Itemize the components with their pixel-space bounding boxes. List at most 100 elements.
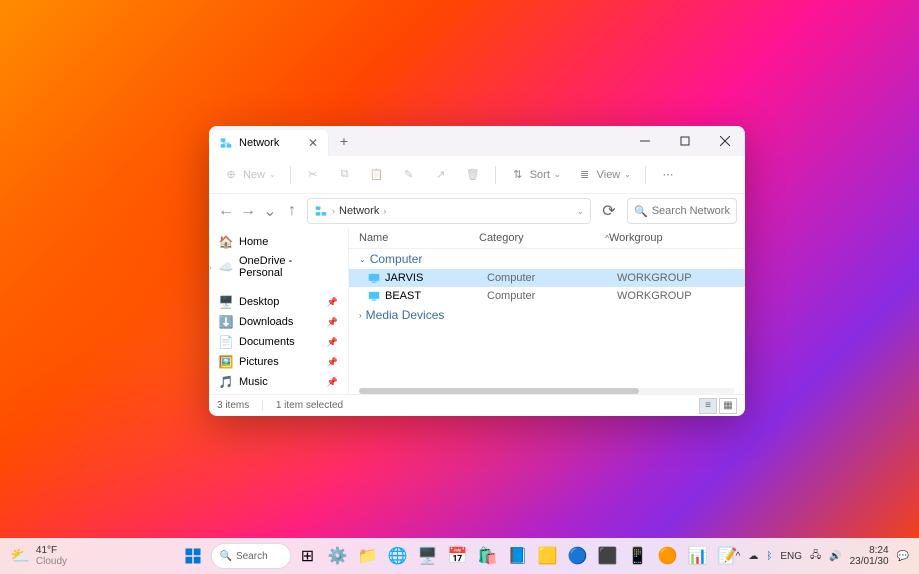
new-button[interactable]: ⊕ New ⌄ xyxy=(217,163,282,187)
search-input[interactable] xyxy=(652,205,730,217)
column-name[interactable]: Name xyxy=(359,232,479,244)
view-button[interactable]: ≣ View ⌄ xyxy=(571,163,637,187)
close-button[interactable] xyxy=(705,126,745,156)
taskbar: ⛅ 41°F Cloudy 🔍 Search ⊞ ⚙️ 📁 🌐 🖥️ 📅 🛍️ … xyxy=(0,538,919,574)
pin-icon: 📌 xyxy=(327,317,338,328)
forward-button[interactable]: → xyxy=(239,202,257,220)
rename-icon: ✎ xyxy=(401,167,417,183)
pin-icon: 📌 xyxy=(327,297,338,308)
chevron-right-icon: › xyxy=(209,263,212,272)
breadcrumb-segment[interactable]: Network xyxy=(339,205,379,217)
selection-count: 1 item selected xyxy=(276,400,343,411)
maximize-button[interactable] xyxy=(665,126,705,156)
column-category[interactable]: Category ^ xyxy=(479,232,609,244)
taskbar-app-icon[interactable]: 🟨 xyxy=(535,543,561,569)
addressbar[interactable]: › Network › ⌄ xyxy=(307,198,591,224)
recent-button[interactable]: ⌄ xyxy=(261,202,279,220)
item-count: 3 items xyxy=(217,400,249,411)
list-item-jarvis[interactable]: JARVIS Computer WORKGROUP xyxy=(349,269,745,287)
chevron-down-icon: ⌄ xyxy=(554,170,561,179)
sidebar-item-downloads[interactable]: ⬇️ Downloads 📌 xyxy=(209,312,348,332)
music-icon: 🎵 xyxy=(219,375,233,389)
notifications-button[interactable]: 💬 xyxy=(897,551,909,562)
sidebar-item-documents[interactable]: 📄 Documents 📌 xyxy=(209,332,348,352)
details-view-toggle[interactable]: ≡ xyxy=(699,398,717,414)
system-tray: ^ ☁ ᛒ ENG 🖧 🔊 8:24 23/01/30 💬 xyxy=(726,545,919,567)
sidebar: 🏠 Home › ☁️ OneDrive - Personal 🖥️ Deskt… xyxy=(209,228,349,394)
network-tray-icon[interactable]: 🖧 xyxy=(810,548,821,565)
taskbar-app-icon[interactable]: 📱 xyxy=(625,543,651,569)
sidebar-item-pictures[interactable]: 🖼️ Pictures 📌 xyxy=(209,352,348,372)
pictures-icon: 🖼️ xyxy=(219,355,233,369)
pin-icon: 📌 xyxy=(327,377,338,388)
paste-button[interactable]: 📋 xyxy=(363,163,391,187)
bluetooth-tray-icon[interactable]: ᛒ xyxy=(766,551,772,562)
volume-tray-icon[interactable]: 🔊 xyxy=(829,551,841,562)
taskbar-terminal[interactable]: ⬛ xyxy=(595,543,621,569)
cut-icon: ✂ xyxy=(305,167,321,183)
sidebar-item-home[interactable]: 🏠 Home xyxy=(209,232,348,252)
taskbar-app-icon[interactable]: ⚙️ xyxy=(325,543,351,569)
search-box[interactable]: 🔍 xyxy=(627,198,737,224)
statusbar: 3 items | 1 item selected ≡ ▦ xyxy=(209,394,745,416)
taskbar-app-icon[interactable]: 📅 xyxy=(445,543,471,569)
task-view-button[interactable]: ⊞ xyxy=(295,543,321,569)
share-icon: ↗ xyxy=(433,167,449,183)
navbar: ← → ⌄ ↑ › Network › ⌄ ⟳ 🔍 xyxy=(209,194,745,228)
taskbar-app-icon[interactable]: 📊 xyxy=(685,543,711,569)
tab-network[interactable]: Network ✕ xyxy=(209,130,329,156)
rename-button[interactable]: ✎ xyxy=(395,163,423,187)
group-computer[interactable]: ⌄ Computer xyxy=(349,249,745,269)
sidebar-item-onedrive[interactable]: › ☁️ OneDrive - Personal xyxy=(209,252,348,282)
icons-view-toggle[interactable]: ▦ xyxy=(719,398,737,414)
group-media-devices[interactable]: › Media Devices xyxy=(349,305,745,325)
documents-icon: 📄 xyxy=(219,335,233,349)
taskbar-search[interactable]: 🔍 Search xyxy=(211,543,291,569)
clock[interactable]: 8:24 23/01/30 xyxy=(850,545,889,567)
computer-icon xyxy=(367,289,381,303)
onedrive-tray-icon[interactable]: ☁ xyxy=(748,551,758,562)
address-dropdown[interactable]: ⌄ xyxy=(576,206,584,217)
tab-close-button[interactable]: ✕ xyxy=(308,136,318,150)
pin-icon: 📌 xyxy=(327,337,338,348)
desktop-icon: 🖥️ xyxy=(219,295,233,309)
start-button[interactable] xyxy=(179,542,207,570)
taskbar-app-icon[interactable]: 🟠 xyxy=(655,543,681,569)
taskbar-app-icon[interactable]: 📘 xyxy=(505,543,531,569)
more-icon: ⋯ xyxy=(660,167,676,183)
downloads-icon: ⬇️ xyxy=(219,315,233,329)
column-workgroup[interactable]: Workgroup xyxy=(609,232,735,244)
taskbar-app-icon[interactable]: 📝 xyxy=(715,543,741,569)
list-item-beast[interactable]: BEAST Computer WORKGROUP xyxy=(349,287,745,305)
more-button[interactable]: ⋯ xyxy=(654,163,682,187)
pin-icon: 📌 xyxy=(327,357,338,368)
taskbar-edge[interactable]: 🌐 xyxy=(385,543,411,569)
minimize-button[interactable] xyxy=(625,126,665,156)
taskbar-file-explorer[interactable]: 📁 xyxy=(355,543,381,569)
chevron-right-icon: › xyxy=(359,311,362,320)
taskbar-chrome[interactable]: 🔵 xyxy=(565,543,591,569)
taskbar-app-icon[interactable]: 🖥️ xyxy=(415,543,441,569)
refresh-button[interactable]: ⟳ xyxy=(597,198,621,224)
back-button[interactable]: ← xyxy=(217,202,235,220)
sidebar-item-videos[interactable]: 🎬 Videos 📌 xyxy=(209,392,348,394)
new-tab-button[interactable]: + xyxy=(329,126,359,156)
up-button[interactable]: ↑ xyxy=(283,202,301,220)
cut-button[interactable]: ✂ xyxy=(299,163,327,187)
sort-button[interactable]: ⇅ Sort ⌄ xyxy=(504,163,567,187)
weather-widget[interactable]: ⛅ 41°F Cloudy xyxy=(0,545,77,567)
delete-button[interactable]: 🗑 xyxy=(459,163,487,187)
horizontal-scrollbar[interactable] xyxy=(359,388,735,394)
copy-button[interactable]: ⧉ xyxy=(331,163,359,187)
sidebar-item-music[interactable]: 🎵 Music 📌 xyxy=(209,372,348,392)
taskbar-store[interactable]: 🛍️ xyxy=(475,543,501,569)
breadcrumb-separator: › xyxy=(383,206,386,216)
language-indicator[interactable]: ENG xyxy=(780,551,802,562)
sidebar-item-desktop[interactable]: 🖥️ Desktop 📌 xyxy=(209,292,348,312)
share-button[interactable]: ↗ xyxy=(427,163,455,187)
scrollbar-thumb[interactable] xyxy=(359,388,639,394)
search-icon: 🔍 xyxy=(220,551,232,562)
titlebar[interactable]: Network ✕ + xyxy=(209,126,745,156)
search-icon: 🔍 xyxy=(634,205,648,218)
tab-label: Network xyxy=(239,137,279,149)
